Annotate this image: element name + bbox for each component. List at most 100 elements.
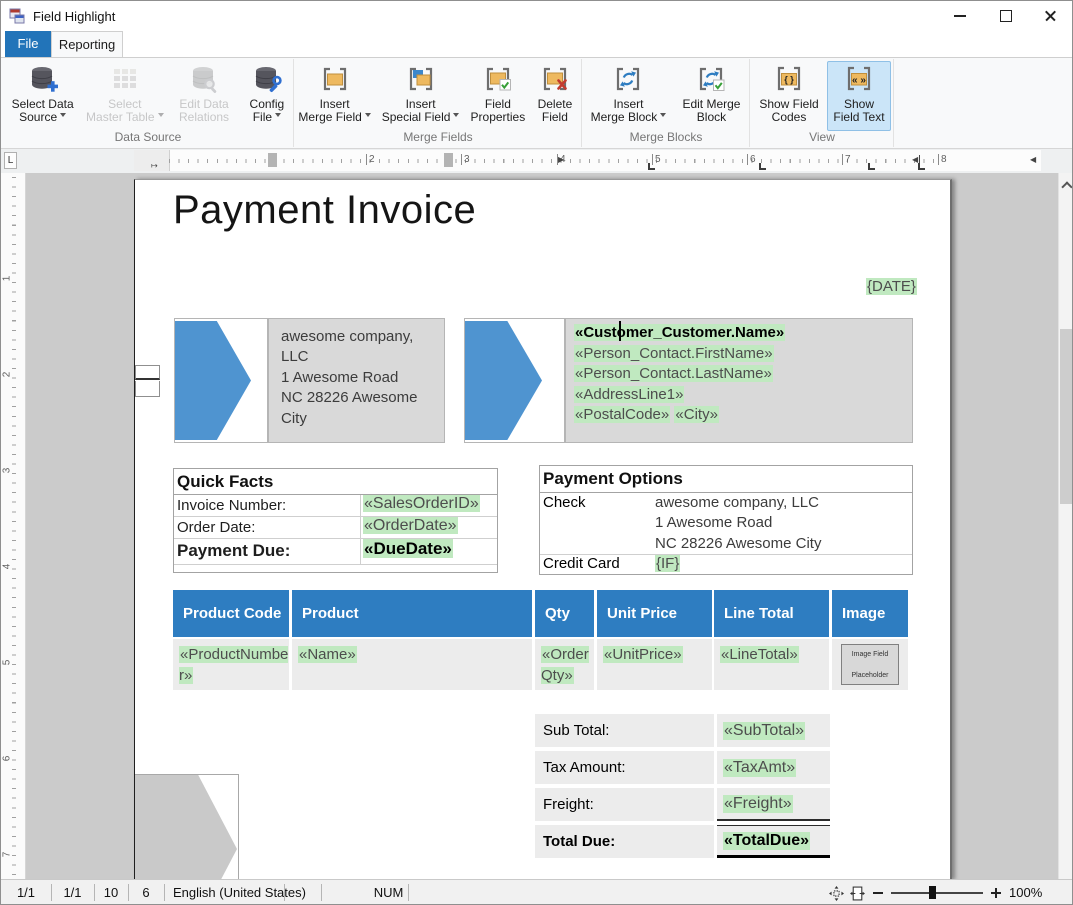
ribbon-button-insert-merge-field[interactable]: InsertMerge Field [296, 61, 373, 131]
merge-field[interactable]: «LineTotal» [720, 646, 799, 663]
column-marker[interactable] [444, 153, 453, 167]
totals-row: Freight: «Freight» [535, 788, 830, 821]
status-bar: 1/1 1/1 10 6 English (United States) NUM… [1, 879, 1073, 905]
show-field-codes-icon: { } [773, 63, 805, 95]
status-line-number: 10 [94, 885, 128, 900]
merge-field[interactable]: «SalesOrderID» [363, 495, 480, 512]
merge-field[interactable]: «ProductNumber» [179, 646, 288, 684]
ruler-end-marker[interactable]: ◀ [1030, 155, 1036, 164]
date-merge-field[interactable]: {DATE} [866, 278, 917, 295]
ribbon-button-insert-special-field[interactable]: InsertSpecial Field [375, 61, 466, 131]
ribbon-group-merge-fields: InsertMerge Field InsertSpecial Field [295, 59, 582, 147]
ribbon-group-data-source: Select DataSource SelectMaster Table [3, 59, 294, 147]
fit-width-icon[interactable] [850, 886, 865, 901]
merge-field[interactable]: «AddressLine1» [574, 386, 684, 403]
sender-arrow-cell [174, 318, 268, 443]
edit-merge-block-icon [695, 63, 727, 95]
tab-stop-marker[interactable] [648, 163, 655, 170]
minimize-button[interactable] [939, 1, 981, 31]
merge-field[interactable]: {IF} [655, 555, 680, 572]
merge-field[interactable]: «OrderDate» [363, 517, 458, 534]
dropdown-arrow-icon: Source [19, 110, 66, 124]
table-row: Order Date: «OrderDate» [174, 517, 497, 539]
status-page-number: 1/1 [1, 885, 51, 900]
merge-field[interactable]: «Name» [298, 646, 357, 663]
scroll-up-icon[interactable] [1061, 181, 1072, 192]
tab-stop-marker[interactable] [868, 163, 875, 170]
tab-file[interactable]: File [5, 31, 51, 57]
title-bar: Field Highlight [1, 1, 1072, 31]
merge-field[interactable]: «City» [674, 406, 719, 423]
text-cursor [619, 321, 621, 341]
first-line-indent-marker[interactable]: ↦ [151, 161, 158, 170]
group-label-merge-fields: Merge Fields [295, 130, 581, 144]
tab-stop-marker[interactable] [759, 163, 766, 170]
merge-field[interactable]: «OrderQty» [541, 646, 589, 684]
table-row: Payment Due: «DueDate» [174, 539, 497, 565]
zoom-slider-thumb[interactable] [929, 886, 936, 899]
insert-merge-field-icon [319, 63, 351, 95]
ribbon-button-config-file[interactable]: ConfigFile [242, 61, 292, 131]
status-column-number: 6 [128, 885, 164, 900]
svg-text:« »: « » [852, 75, 866, 86]
tab-selector-box[interactable]: L [4, 152, 17, 169]
row-resize-marker[interactable] [135, 365, 161, 397]
database-add-icon [27, 63, 59, 95]
quick-facts-title: Quick Facts [174, 469, 497, 495]
ribbon-button-field-properties[interactable]: FieldProperties [468, 61, 528, 131]
show-field-text-icon: « » [843, 63, 875, 95]
dropdown-arrow-icon: Merge Field [298, 110, 370, 124]
merge-field[interactable]: «Freight» [723, 795, 793, 813]
close-button[interactable] [1029, 1, 1071, 31]
maximize-icon [1000, 10, 1012, 22]
zoom-out-button[interactable] [873, 892, 883, 894]
ribbon-button-edit-merge-block[interactable]: Edit MergeBlock [675, 61, 748, 131]
right-indent-marker[interactable]: ▶ [558, 155, 564, 164]
delete-field-icon [539, 63, 571, 95]
tab-stop-marker[interactable] [918, 163, 925, 170]
ribbon-button-show-field-codes[interactable]: { } Show FieldCodes [753, 61, 825, 131]
ribbon-button-edit-data-relations: Edit DataRelations [168, 61, 239, 131]
recipient-arrow-cell [464, 318, 565, 443]
image-field-placeholder[interactable]: Image Field Placeholder [841, 644, 899, 685]
dropdown-arrow-icon: File [253, 110, 281, 124]
tab-reporting[interactable]: Reporting [51, 31, 123, 57]
merge-field[interactable]: «TotalDue» [723, 832, 810, 850]
merge-field[interactable]: «UnitPrice» [603, 646, 683, 663]
maximize-button[interactable] [984, 1, 1026, 31]
document-page[interactable]: Payment Invoice {DATE} awesome company, … [134, 179, 952, 879]
merge-field[interactable]: «Customer_Customer.Name» [574, 324, 785, 341]
ribbon-button-select-data-source[interactable]: Select DataSource [4, 61, 81, 131]
ribbon-button-show-field-text[interactable]: « » ShowField Text [827, 61, 891, 131]
group-label-view: View [751, 130, 893, 144]
merge-field[interactable]: «DueDate» [363, 539, 453, 558]
ruler-ticks [169, 159, 941, 163]
minimize-icon [954, 15, 966, 17]
payment-options-table: Payment Options Check awesome company, L… [539, 465, 913, 575]
status-num-lock: NUM [369, 885, 408, 900]
scrollbar-thumb[interactable] [1060, 329, 1073, 504]
quick-facts-table: Quick Facts Invoice Number: «SalesOrderI… [173, 468, 498, 573]
gray-arrow-shape-box [135, 774, 239, 879]
zoom-in-button[interactable] [995, 888, 997, 898]
merge-field[interactable]: «Person_Contact.FirstName» [574, 345, 774, 362]
column-marker[interactable] [268, 153, 277, 167]
merge-field[interactable]: «TaxAmt» [723, 759, 796, 777]
document-title: Payment Invoice [173, 188, 476, 233]
merge-field[interactable]: «SubTotal» [723, 722, 805, 740]
merge-field[interactable]: «Person_Contact.LastName» [574, 365, 773, 382]
zoom-slider-track[interactable] [891, 892, 983, 894]
ribbon-button-delete-field[interactable]: DeleteField [530, 61, 580, 131]
merge-field[interactable]: «PostalCode» [574, 406, 670, 423]
ribbon-button-select-master-table: SelectMaster Table [83, 61, 166, 131]
dropdown-arrow-icon: Merge Block [591, 110, 667, 124]
ribbon-group-merge-blocks: InsertMerge Block Edit MergeBlock M [583, 59, 750, 147]
vertical-scrollbar[interactable] [1058, 173, 1073, 879]
fit-page-icon[interactable] [829, 886, 844, 901]
group-label-data-source: Data Source [3, 130, 293, 144]
blue-arrow-shape [175, 321, 251, 440]
totals-row: Tax Amount: «TaxAmt» [535, 751, 830, 784]
ribbon-button-insert-merge-block[interactable]: InsertMerge Block [584, 61, 673, 131]
master-table-grid-icon [109, 63, 141, 95]
app-window: Field Highlight File Reporting Select Da… [0, 0, 1073, 905]
